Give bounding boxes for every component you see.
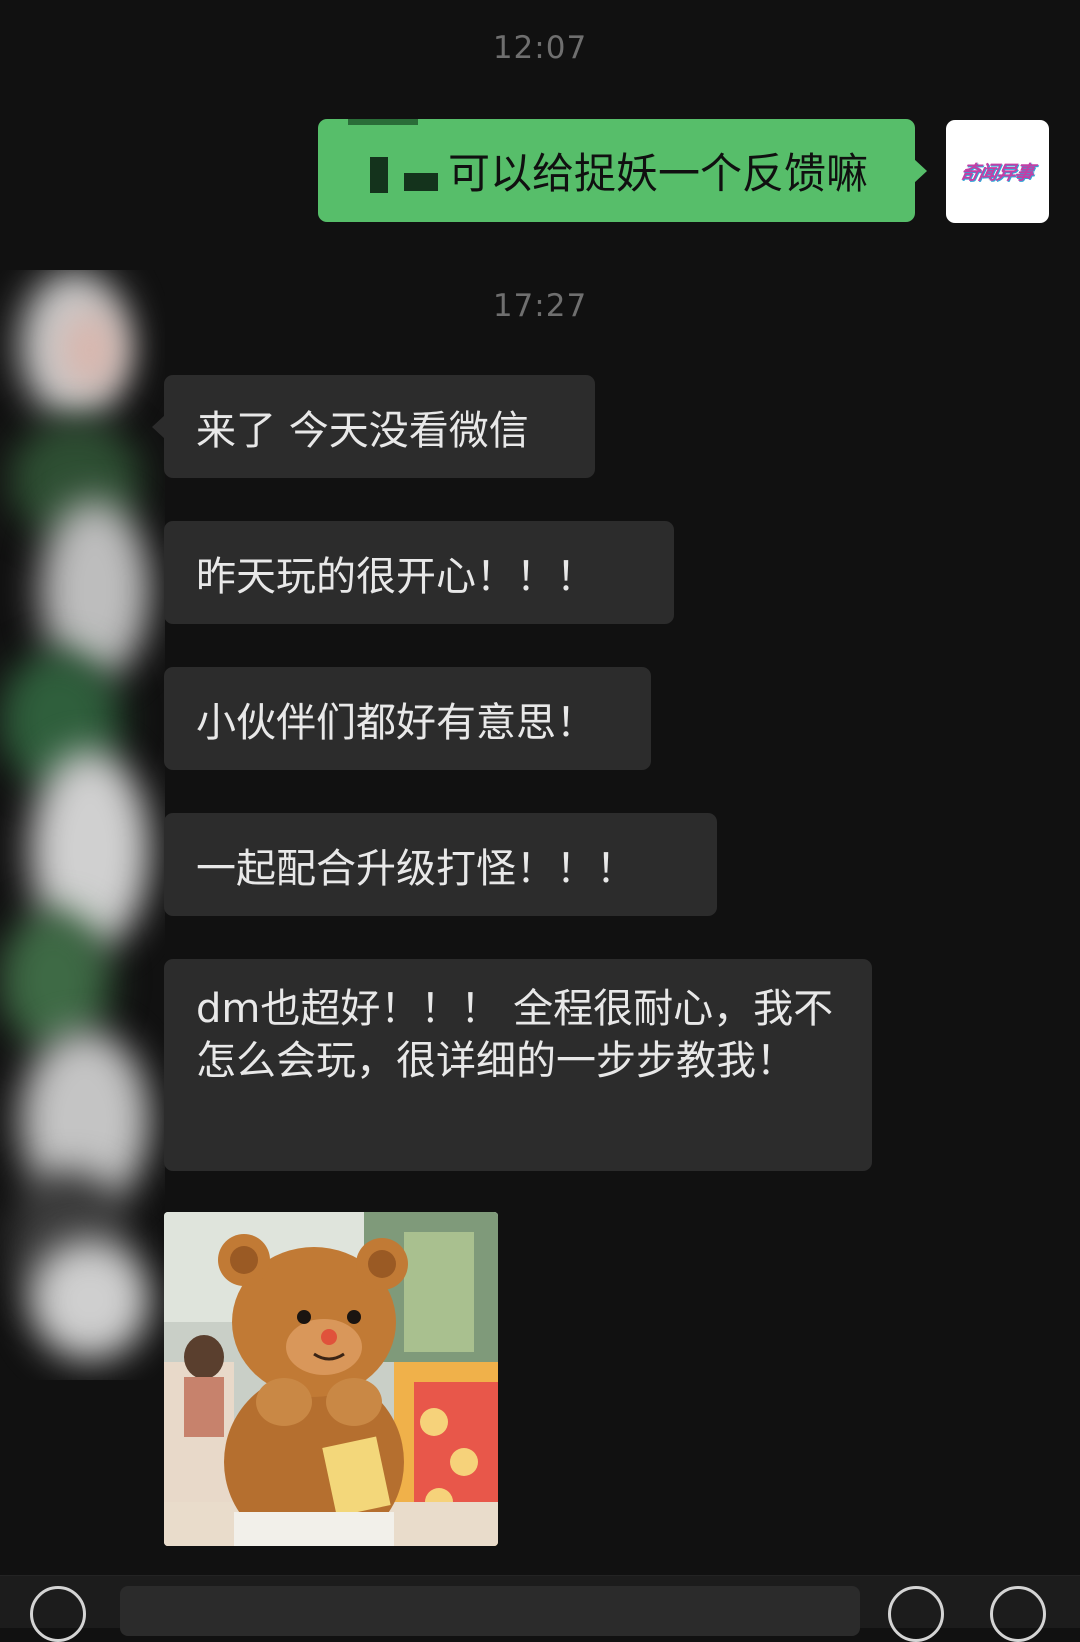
plus-icon[interactable] [990, 1586, 1046, 1642]
incoming-message[interactable]: 来了 今天没看微信 [152, 375, 595, 478]
my-avatar[interactable]: 奇闻异事 [946, 120, 1049, 223]
message-text: 一起配合升级打怪！！！ [196, 845, 636, 892]
input-bar [0, 1575, 1080, 1642]
photo-plush-bear [164, 1212, 498, 1546]
emoji-icon[interactable] [888, 1586, 944, 1642]
brand-logo: 奇闻异事 [958, 162, 1036, 184]
message-text: 可以给捉妖一个反馈嘛 [448, 149, 869, 198]
redaction-mark [370, 157, 388, 193]
outgoing-message[interactable]: 可以给捉妖一个反馈嘛 [318, 119, 927, 222]
image-message[interactable] [164, 1212, 498, 1546]
incoming-message[interactable]: 一起配合升级打怪！！！ [164, 813, 717, 916]
message-text: 来了 今天没看微信 [196, 407, 529, 454]
incoming-message[interactable]: dm也超好！！！ 全程很耐心，我不怎么会玩，很详细的一步步教我！ [164, 959, 872, 1171]
message-text: dm也超好！！！ 全程很耐心，我不怎么会玩，很详细的一步步教我！ [196, 986, 834, 1084]
incoming-message[interactable]: 小伙伴们都好有意思！ [164, 667, 651, 770]
message-input[interactable] [120, 1586, 860, 1636]
redacted-contact-avatar [0, 270, 165, 1380]
timestamp: 12:07 [492, 30, 588, 66]
message-text: 昨天玩的很开心！！！ [196, 553, 596, 600]
redaction-mark [404, 173, 438, 191]
voice-icon[interactable] [30, 1586, 86, 1642]
redaction-mark [348, 119, 418, 125]
message-text: 小伙伴们都好有意思！ [196, 699, 596, 746]
incoming-message[interactable]: 昨天玩的很开心！！！ [164, 521, 674, 624]
